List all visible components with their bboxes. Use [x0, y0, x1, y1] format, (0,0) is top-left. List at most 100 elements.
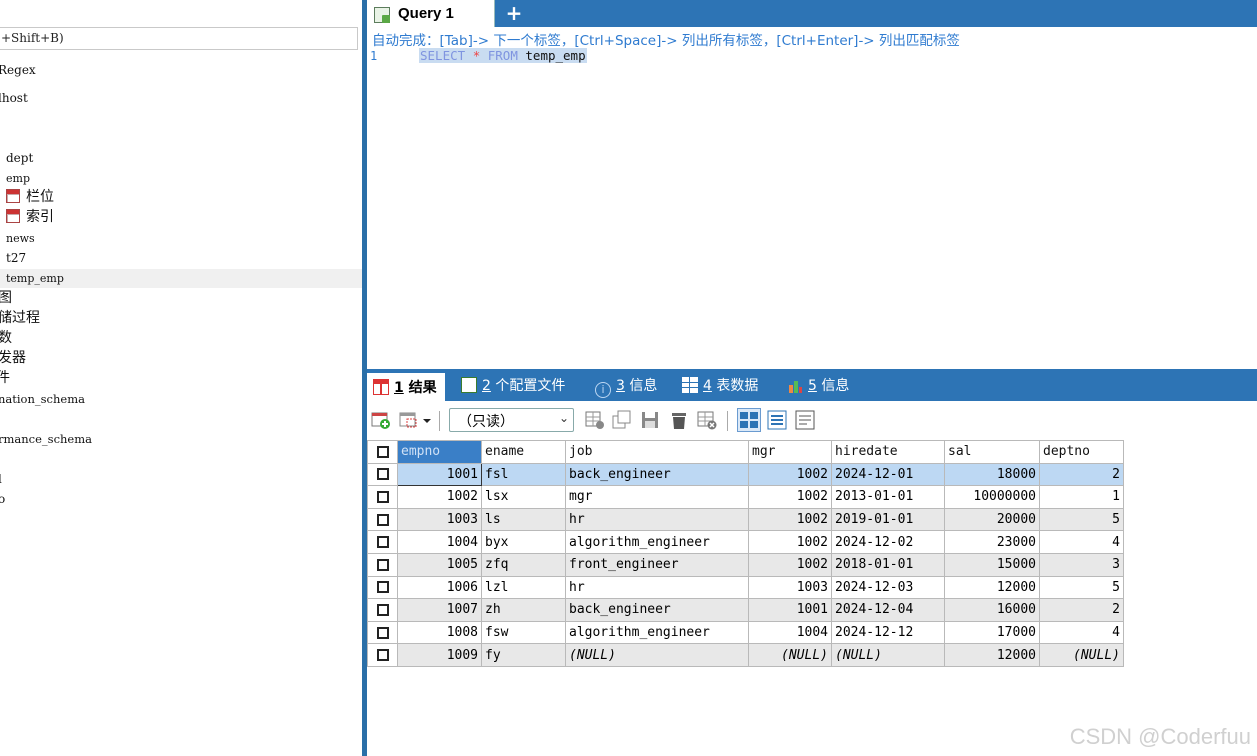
cell-ename[interactable]: zh	[481, 598, 566, 622]
cell-ename[interactable]: ls	[481, 507, 566, 532]
cell-mgr[interactable]: 1002	[748, 485, 832, 509]
tree-item-views[interactable]: 图	[0, 290, 12, 306]
cell-mgr[interactable]: 1002	[748, 462, 832, 487]
cell-sal[interactable]: 10000000	[944, 485, 1040, 509]
cell-ename[interactable]: fy	[481, 643, 566, 667]
cell-deptno[interactable]: 5	[1039, 575, 1124, 600]
cell-job[interactable]: algorithm_engineer	[565, 530, 749, 554]
cell-deptno[interactable]: 4	[1039, 620, 1124, 645]
cell-deptno[interactable]: 2	[1039, 462, 1124, 487]
row-checkbox[interactable]	[367, 575, 398, 600]
column-header-job[interactable]: job	[565, 440, 749, 464]
table-row[interactable]: 1009 fy (NULL) (NULL) (NULL) 12000 (NULL…	[367, 643, 1124, 667]
copy-row-icon[interactable]	[612, 410, 632, 430]
table-row[interactable]: 1006 lzl hr 1003 2024-12-03 12000 5	[367, 575, 1124, 600]
discard-changes-icon[interactable]	[697, 410, 717, 430]
cell-sal[interactable]: 12000	[944, 643, 1040, 667]
tab-query-1[interactable]: Query 1	[367, 0, 495, 28]
cell-sal[interactable]: 15000	[944, 552, 1040, 577]
tree-item-connection[interactable]: lhost	[0, 90, 28, 106]
cell-hiredate[interactable]: 2018-01-01	[831, 552, 945, 577]
cell-hiredate[interactable]: (NULL)	[831, 643, 945, 667]
add-row-icon[interactable]	[371, 410, 391, 430]
row-checkbox[interactable]	[367, 485, 398, 509]
tree-item-db[interactable]: l	[0, 471, 2, 487]
table-row[interactable]: 1002 lsx mgr 1002 2013-01-01 10000000 1	[367, 485, 1124, 509]
cell-empno[interactable]: 1002	[397, 485, 482, 509]
tab-profile[interactable]: 2 个配置文件	[461, 375, 565, 397]
cell-sal[interactable]: 18000	[944, 462, 1040, 487]
tree-item-table-t27[interactable]: t27	[6, 250, 26, 266]
text-view-icon[interactable]	[795, 410, 815, 430]
tree-item-db-performance-schema[interactable]: rmance_schema	[0, 431, 92, 447]
tree-item-triggers[interactable]: 发器	[0, 350, 26, 366]
row-checkbox[interactable]	[367, 507, 398, 532]
tree-item-columns[interactable]: 栏位	[6, 189, 54, 205]
cell-sal[interactable]: 23000	[944, 530, 1040, 554]
sql-editor[interactable]: 自动完成：[Tab]-> 下一个标签，[Ctrl+Space]-> 列出所有标签…	[367, 27, 1257, 369]
readonly-mode-select[interactable]: （只读） ⌄	[449, 408, 574, 432]
cell-mgr[interactable]: 1002	[748, 552, 832, 577]
tree-item-events[interactable]: 件	[0, 370, 10, 386]
cell-job[interactable]: back_engineer	[565, 462, 749, 487]
cell-mgr[interactable]: 1004	[748, 620, 832, 645]
tree-item-table-news[interactable]: news	[6, 231, 35, 247]
tab-messages[interactable]: i3 信息	[595, 375, 657, 398]
form-view-icon[interactable]	[767, 410, 787, 430]
cell-mgr[interactable]: 1002	[748, 530, 832, 554]
cell-empno[interactable]: 1007	[397, 598, 482, 622]
row-checkbox[interactable]	[367, 643, 398, 667]
cell-mgr[interactable]: (NULL)	[748, 643, 832, 667]
row-checkbox[interactable]	[367, 530, 398, 554]
row-checkbox[interactable]	[367, 552, 398, 577]
cell-job[interactable]: hr	[565, 507, 749, 532]
cell-ename[interactable]: zfq	[481, 552, 566, 577]
table-row[interactable]: 1008 fsw algorithm_engineer 1004 2024-12…	[367, 620, 1124, 645]
tree-item-table-dept[interactable]: dept	[6, 150, 33, 166]
object-filter-input[interactable]: +Shift+B)	[0, 27, 358, 50]
add-tab-button[interactable]: +	[503, 2, 525, 24]
tree-item-indexes[interactable]: 索引	[6, 209, 54, 225]
tree-item-table-emp[interactable]: emp	[6, 171, 30, 187]
tab-results[interactable]: 1 结果	[367, 373, 445, 401]
tree-item[interactable]: Regex	[0, 62, 36, 78]
cell-empno[interactable]: 1001	[397, 462, 482, 487]
cell-empno[interactable]: 1006	[397, 575, 482, 600]
column-header-empno[interactable]: empno	[397, 440, 482, 464]
cell-ename[interactable]: fsw	[481, 620, 566, 645]
cell-empno[interactable]: 1005	[397, 552, 482, 577]
cell-job[interactable]: hr	[565, 575, 749, 600]
select-all-checkbox[interactable]	[367, 440, 398, 464]
tab-info[interactable]: 5 信息	[787, 375, 849, 397]
cell-hiredate[interactable]: 2024-12-01	[831, 462, 945, 487]
cell-hiredate[interactable]: 2024-12-04	[831, 598, 945, 622]
column-header-deptno[interactable]: deptno	[1039, 440, 1124, 464]
cell-ename[interactable]: lsx	[481, 485, 566, 509]
tree-item-functions[interactable]: 数	[0, 330, 12, 346]
delete-icon[interactable]	[669, 410, 689, 430]
cell-job[interactable]: front_engineer	[565, 552, 749, 577]
cell-sal[interactable]: 12000	[944, 575, 1040, 600]
column-header-hiredate[interactable]: hiredate	[831, 440, 945, 464]
table-row[interactable]: 1004 byx algorithm_engineer 1002 2024-12…	[367, 530, 1124, 554]
cell-job[interactable]: mgr	[565, 485, 749, 509]
sql-statement[interactable]: SELECT * FROM temp_emp	[419, 48, 587, 63]
row-checkbox[interactable]	[367, 462, 398, 487]
cell-hiredate[interactable]: 2013-01-01	[831, 485, 945, 509]
cell-sal[interactable]: 17000	[944, 620, 1040, 645]
cell-job[interactable]: algorithm_engineer	[565, 620, 749, 645]
table-row[interactable]: 1005 zfq front_engineer 1002 2018-01-01 …	[367, 552, 1124, 577]
cell-hiredate[interactable]: 2024-12-03	[831, 575, 945, 600]
cell-mgr[interactable]: 1003	[748, 575, 832, 600]
table-row[interactable]: 1003 ls hr 1002 2019-01-01 20000 5	[367, 507, 1124, 532]
table-row[interactable]: 1001 fsl back_engineer 1002 2024-12-01 1…	[367, 462, 1124, 487]
duplicate-row-icon[interactable]	[585, 410, 605, 430]
cell-hiredate[interactable]: 2024-12-12	[831, 620, 945, 645]
cell-deptno[interactable]: 1	[1039, 485, 1124, 509]
cell-ename[interactable]: byx	[481, 530, 566, 554]
cell-deptno[interactable]: (NULL)	[1039, 643, 1124, 667]
cell-deptno[interactable]: 3	[1039, 552, 1124, 577]
cell-job[interactable]: back_engineer	[565, 598, 749, 622]
column-header-sal[interactable]: sal	[944, 440, 1040, 464]
cell-mgr[interactable]: 1002	[748, 507, 832, 532]
